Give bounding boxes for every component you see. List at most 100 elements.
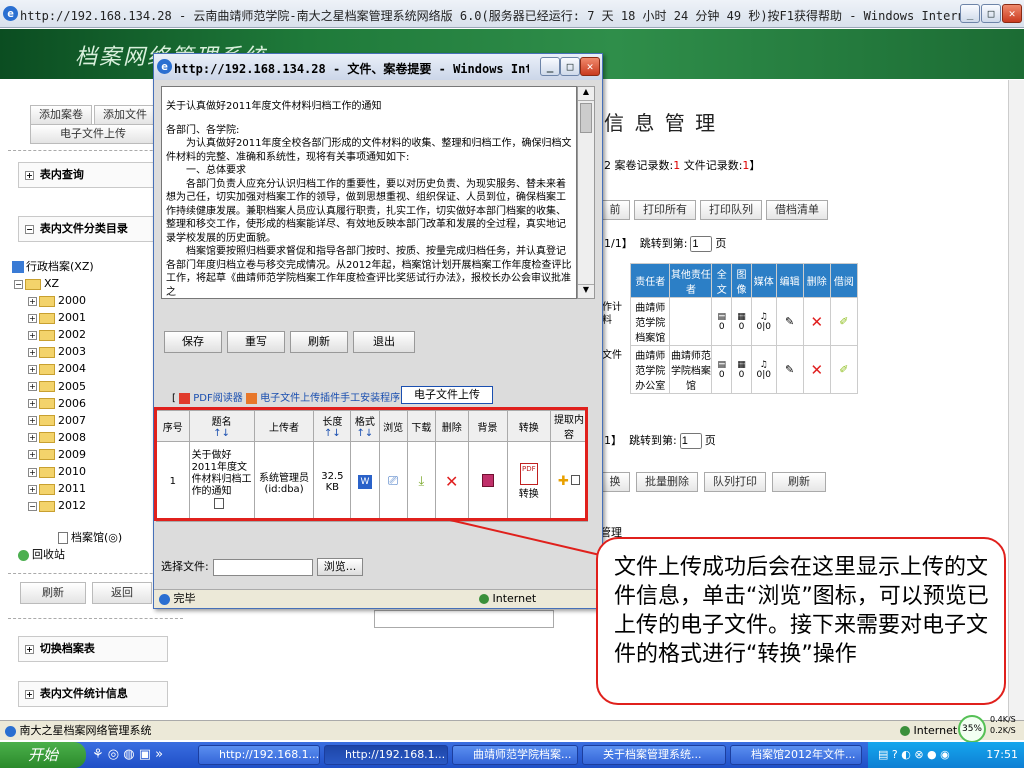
delete-icon[interactable]: ✕ (810, 361, 823, 379)
tree-year-2012[interactable]: − 2012 (28, 497, 86, 514)
exit-button[interactable]: 退出 (353, 331, 415, 353)
switch-table-section[interactable]: + 切换档案表 (18, 636, 168, 662)
file-path-input[interactable] (212, 558, 313, 576)
taskbar-item[interactable]: 档案馆2012年文件... (730, 745, 862, 765)
tree-recycle[interactable]: 回收站 (18, 546, 65, 563)
row-media: ♫ 0|0 (750, 345, 777, 394)
tree-year-2007[interactable]: +2007 (28, 412, 86, 429)
maximize-button[interactable]: □ (981, 4, 1001, 23)
upload-button[interactable]: 电子文件上传 (30, 124, 156, 144)
folder-icon (39, 363, 55, 375)
browse-button[interactable]: 浏览... (316, 558, 364, 576)
tree-xz[interactable]: − XZ (14, 275, 59, 292)
tree-archive-room[interactable]: 档案馆(◎) (58, 529, 122, 546)
expand-icon: + (28, 347, 37, 357)
archive-room-label: 档案馆(◎) (71, 531, 123, 544)
records-header: 图像 (731, 263, 752, 298)
tree-year-label: 2010 (58, 465, 86, 478)
stats-section[interactable]: + 表内文件统计信息 (18, 681, 168, 707)
tree-year-2004[interactable]: +2004 (28, 360, 86, 377)
tree-year-2008[interactable]: +2008 (28, 429, 86, 446)
jump-input[interactable] (690, 236, 713, 252)
add-volume-button[interactable]: 添加案卷 (30, 105, 92, 125)
taskbar-item[interactable]: 关于档案管理系统... (582, 745, 726, 765)
taskbar-item-label: http://192.168.1... (345, 748, 446, 761)
quicklaunch-icons[interactable]: ⚘ ◎ ◍ ▣ » (92, 747, 163, 762)
tree-year-2011[interactable]: +2011 (28, 480, 86, 497)
upload-file-button[interactable]: 电子文件上传 (401, 386, 493, 404)
taskbar-item-label: 曲靖师范学院档案... (473, 748, 572, 761)
prev-button[interactable]: 前 (600, 200, 630, 220)
popup-minimize-button[interactable]: _ (540, 57, 560, 76)
window-title: http://192.168.134.28 - 云南曲靖师范学院-南大之星档案管… (20, 9, 970, 23)
tray-icons[interactable]: ▤ ? ◐ ⊗ ● ◉ (878, 748, 950, 761)
row-borrow: ✐ (829, 297, 859, 346)
refresh-right-button[interactable]: 刷新 (772, 472, 826, 492)
table-row[interactable]: 曲靖师范学院档案馆 ▤ 0 ▦ 0 ♫ 0|0 ✎ ✕ ✐ (629, 297, 859, 346)
batch-delete-button[interactable]: 批量删除 (636, 472, 698, 492)
inner-query-section[interactable]: + 表内查询 (18, 162, 168, 188)
hidden-input[interactable] (374, 610, 554, 628)
edit-icon[interactable]: ✎ (785, 315, 794, 328)
expand-icon: + (28, 399, 37, 409)
taskbar-item-label: 档案馆2012年文件... (751, 748, 856, 761)
popup-close-button[interactable]: ✕ (580, 57, 600, 76)
expand-icon: + (28, 296, 37, 306)
convert-button[interactable]: 换 (600, 472, 630, 492)
print-queue-button[interactable]: 打印队列 (700, 200, 762, 220)
archive-icon (12, 261, 24, 273)
queue-print-button[interactable]: 队列打印 (704, 472, 766, 492)
category-dir-section[interactable]: − 表内文件分类目录 (18, 216, 168, 242)
close-button[interactable]: ✕ (1002, 4, 1022, 23)
doc-title: 关于认真做好2011年度文件材料归档工作的通知 (166, 101, 382, 112)
folder-icon (39, 483, 55, 495)
scroll-thumb[interactable] (580, 103, 592, 133)
page-unit-2: 页 (704, 434, 716, 447)
tree-year-2009[interactable]: +2009 (28, 446, 86, 463)
document-textarea[interactable]: 关于认真做好2011年度文件材料归档工作的通知 各部门、各学院: 为认真做好20… (161, 86, 577, 299)
edit-icon[interactable]: ✎ (785, 363, 794, 376)
save-button[interactable]: 保存 (164, 331, 222, 353)
rewrite-button[interactable]: 重写 (227, 331, 285, 353)
globe-icon (900, 726, 910, 736)
taskbar-item[interactable]: http://192.168.1... (198, 745, 320, 765)
scroll-down-icon[interactable]: ▼ (578, 284, 594, 298)
back-button[interactable]: 返回 (92, 582, 152, 604)
expand-icon: + (28, 484, 37, 494)
scroll-up-icon[interactable]: ▲ (578, 87, 594, 101)
tree-year-2006[interactable]: +2006 (28, 395, 86, 412)
add-file-button[interactable]: 添加文件 (94, 105, 156, 125)
image-count: 0 (738, 369, 745, 380)
refresh-button[interactable]: 刷新 (20, 582, 86, 604)
status-zone: Internet (900, 721, 957, 740)
tree-root[interactable]: 行政档案(XZ) (12, 258, 94, 275)
records-header: 编辑 (775, 263, 804, 298)
tree-year-2005[interactable]: +2005 (28, 378, 86, 395)
taskbar-item[interactable]: 曲靖师范学院档案... (452, 745, 578, 765)
borrow-list-button[interactable]: 借档清单 (766, 200, 828, 220)
borrow-icon[interactable]: ✐ (839, 363, 848, 376)
page-info: 1/1】 (604, 237, 633, 250)
records-header: 责任者 (629, 263, 671, 298)
start-button[interactable]: 开始 (0, 742, 86, 768)
pdf-reader-link[interactable]: PDF阅读器 (193, 393, 242, 404)
print-all-button[interactable]: 打印所有 (634, 200, 696, 220)
table-row[interactable]: 曲靖师范学院办公室 曲靖师范学院档案馆 ▤ 0 ▦ 0 ♫ 0|0 ✎ ✕ ✐ (629, 345, 859, 394)
popup-maximize-button[interactable]: □ (560, 57, 580, 76)
borrow-icon[interactable]: ✐ (839, 315, 848, 328)
taskbar-item[interactable]: http://192.168.1... (324, 745, 448, 765)
doc-paragraph: 各部门、各学院: (166, 124, 240, 136)
doc-scrollbar[interactable]: ▲ ▼ (577, 86, 595, 299)
tree-year-2003[interactable]: +2003 (28, 343, 86, 360)
page-scrollbar[interactable] (1008, 80, 1024, 720)
tree-year-2010[interactable]: +2010 (28, 463, 86, 480)
jump-input-2[interactable] (679, 433, 702, 449)
delete-icon[interactable]: ✕ (810, 313, 823, 331)
refresh-popup-button[interactable]: 刷新 (290, 331, 348, 353)
tree-year-2002[interactable]: +2002 (28, 326, 86, 343)
expand-icon: + (28, 364, 37, 374)
tree-year-2000[interactable]: +2000 (28, 292, 86, 309)
minimize-button[interactable]: _ (960, 4, 980, 23)
tree-year-2001[interactable]: +2001 (28, 309, 86, 326)
plugin-link[interactable]: 电子文件上传插件手工安装程序 (260, 393, 400, 404)
